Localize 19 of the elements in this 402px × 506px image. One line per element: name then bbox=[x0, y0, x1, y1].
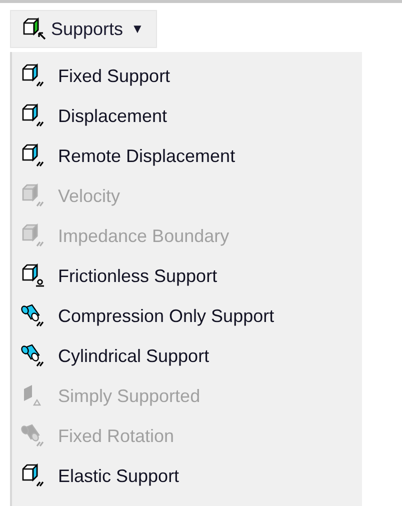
cube-cursor-icon bbox=[21, 17, 47, 41]
menu-item[interactable]: Compression Only Support bbox=[12, 296, 362, 336]
menu-item[interactable]: Displacement bbox=[12, 96, 362, 136]
cube-icon bbox=[20, 223, 46, 249]
cube-icon bbox=[20, 143, 46, 169]
supports-dropdown-button[interactable]: Supports ▼ bbox=[10, 10, 157, 48]
cube-icon bbox=[20, 103, 46, 129]
cube-icon bbox=[20, 63, 46, 89]
menu-item[interactable]: Cylindrical Support bbox=[12, 336, 362, 376]
menu-item[interactable]: Elastic Support bbox=[12, 456, 362, 496]
menu-item[interactable]: Frictionless Support bbox=[12, 256, 362, 296]
menu-item[interactable]: Fixed Support bbox=[12, 56, 362, 96]
menu-item[interactable]: Remote Displacement bbox=[12, 136, 362, 176]
cylinder-icon bbox=[20, 423, 46, 449]
cylinder-icon bbox=[20, 343, 46, 369]
cylinder-icon bbox=[20, 303, 46, 329]
cube-icon bbox=[20, 183, 46, 209]
cube-icon bbox=[20, 463, 46, 489]
cube-icon bbox=[20, 263, 46, 289]
